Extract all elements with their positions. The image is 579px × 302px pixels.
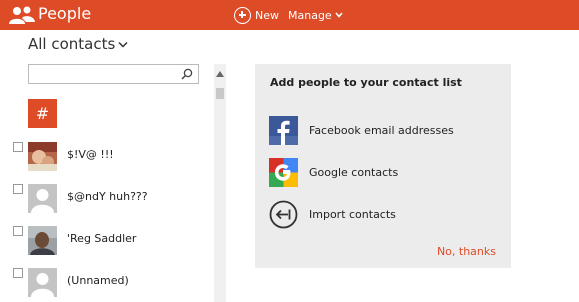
scroll-thumb[interactable]	[216, 88, 224, 99]
facebook-option-label: Facebook email addresses	[309, 124, 454, 137]
chevron-down-icon	[335, 12, 343, 18]
manage-label: Manage	[288, 8, 332, 22]
contact-row[interactable]: (Unnamed)	[13, 268, 203, 298]
facebook-option[interactable]: Facebook email addresses	[269, 116, 489, 146]
google-option-label: Google contacts	[309, 166, 399, 179]
plus-circle-icon	[234, 6, 251, 24]
contact-name: 'Reg Saddler	[67, 232, 137, 245]
contact-checkbox[interactable]	[13, 142, 23, 152]
index-tile-hash[interactable]: #	[28, 99, 57, 128]
contact-name: $@ndY huh???	[67, 190, 148, 203]
contact-row[interactable]: 'Reg Saddler	[13, 226, 203, 256]
panel-title: Add people to your contact list	[270, 76, 462, 89]
google-option[interactable]: Google contacts	[269, 158, 489, 188]
new-label: New	[255, 8, 279, 22]
chevron-down-icon	[118, 41, 128, 48]
app-title: People	[38, 4, 92, 23]
google-icon	[269, 158, 298, 187]
search-box	[28, 64, 199, 84]
avatar-photo	[28, 142, 57, 171]
contact-name: $!V@ !!!	[67, 148, 114, 161]
contact-name: (Unnamed)	[67, 274, 129, 287]
import-option[interactable]: Import contacts	[269, 200, 489, 230]
default-avatar-icon	[28, 268, 57, 297]
scroll-up-arrow-icon[interactable]	[216, 71, 224, 77]
contact-checkbox[interactable]	[13, 184, 23, 194]
contact-checkbox[interactable]	[13, 226, 23, 236]
new-contact-button[interactable]: New	[234, 5, 279, 25]
import-icon	[269, 200, 298, 229]
contact-row[interactable]: $@ndY huh???	[13, 184, 203, 214]
contacts-filter-label: All contacts	[28, 35, 116, 53]
contacts-filter-dropdown[interactable]: All contacts	[28, 35, 128, 53]
import-option-label: Import contacts	[309, 208, 396, 221]
contact-list-scrollbar[interactable]	[214, 64, 226, 302]
search-icon[interactable]	[181, 68, 193, 80]
avatar-photo	[28, 226, 57, 255]
facebook-icon	[269, 116, 298, 145]
people-icon	[9, 6, 35, 24]
contact-checkbox[interactable]	[13, 268, 23, 278]
manage-menu-button[interactable]: Manage	[288, 5, 343, 25]
top-bar: People New Manage	[0, 0, 579, 30]
dismiss-link[interactable]: No, thanks	[437, 245, 496, 258]
add-contacts-panel: Add people to your contact list Facebook…	[255, 64, 511, 268]
contact-row[interactable]: $!V@ !!!	[13, 142, 203, 172]
search-input[interactable]	[31, 66, 176, 82]
default-avatar-icon	[28, 184, 57, 213]
